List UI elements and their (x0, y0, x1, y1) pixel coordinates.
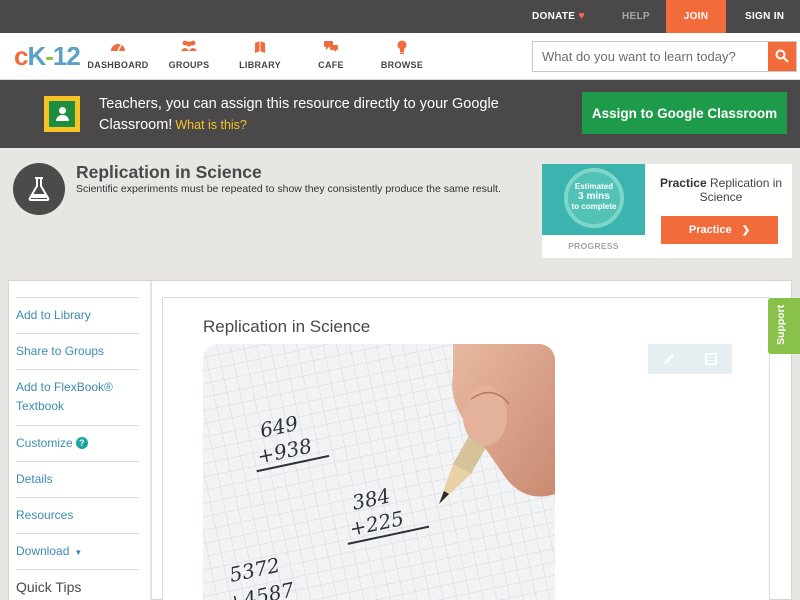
donate-label: DONATE (532, 11, 576, 22)
nav-dashboard-label: DASHBOARD (87, 60, 149, 70)
donate-link[interactable]: DONATE ♥ (532, 0, 585, 33)
customize-label: Customize (16, 436, 73, 450)
google-classroom-icon (44, 96, 80, 132)
chevron-right-icon: ❯ (741, 225, 751, 236)
sidebar-item-add-to-library[interactable]: Add to Library (16, 297, 139, 325)
pencil-icon (664, 354, 674, 364)
ck12-logo[interactable]: cK-12 (14, 41, 81, 72)
caret-down-icon: ▼ (74, 548, 83, 557)
search-icon (775, 49, 789, 63)
article-card: Replication in Science 649 +938 384 +225… (162, 297, 770, 600)
practice-button[interactable]: Practice ❯ (661, 216, 778, 244)
nav-library-label: LIBRARY (239, 60, 281, 70)
annotate-button[interactable] (648, 344, 690, 374)
logo-part-c: c (14, 41, 29, 71)
nav-dashboard[interactable]: DASHBOARD (83, 40, 153, 70)
sidebar-item-resources[interactable]: Resources (16, 497, 139, 525)
sidebar-item-details[interactable]: Details (16, 461, 139, 489)
sidebar-item-share-to-groups[interactable]: Share to Groups (16, 333, 139, 361)
math-worksheet-photo: 649 +938 384 +225 5372 +4587 (203, 344, 555, 600)
support-label: Support (775, 304, 787, 345)
main-nav: cK-12 DASHBOARD GROUPS LIBRARY CAFE BROW… (0, 33, 800, 80)
cafe-icon (296, 40, 366, 56)
search-box (532, 41, 797, 72)
concept-title: Replication in Science (76, 162, 262, 182)
content-panel: Add to Library Share to Groups Add to Fl… (8, 280, 792, 600)
sidebar-item-customize[interactable]: Customize? (16, 425, 139, 453)
flask-icon (13, 163, 65, 215)
join-button[interactable]: JOIN (666, 0, 726, 33)
practice-card: Estimated 3 mins to complete PROGRESS Pr… (542, 164, 792, 258)
nav-groups[interactable]: GROUPS (154, 40, 224, 70)
practice-title: Practice Replication in Science (650, 176, 792, 204)
sidebar-item-add-to-flexbook[interactable]: Add to FlexBook® Textbook (16, 369, 139, 416)
search-button[interactable] (768, 42, 796, 71)
help-question-icon[interactable]: ? (75, 437, 88, 449)
logo-part-k: K (27, 41, 46, 71)
sidebar-item-download[interactable]: Download ▼ (16, 533, 139, 562)
search-input[interactable] (533, 42, 768, 71)
download-label: Download (16, 544, 70, 558)
what-is-this-link[interactable]: What is this? (175, 118, 247, 132)
concept-description: Scientific experiments must be repeated … (76, 183, 501, 195)
dashboard-icon (83, 40, 153, 56)
practice-title-bold: Practice (659, 176, 707, 190)
library-icon (225, 40, 295, 56)
nav-cafe-label: CAFE (318, 60, 344, 70)
classroom-banner-message: Teachers, you can assign this resource d… (99, 96, 499, 133)
practice-estimate: Estimated 3 mins to complete (564, 182, 624, 212)
nav-groups-label: GROUPS (168, 60, 210, 70)
groups-icon (154, 40, 224, 56)
logo-part-12: 12 (52, 41, 81, 71)
classroom-banner-text: Teachers, you can assign this resource d… (99, 94, 519, 136)
heart-icon: ♥ (578, 10, 586, 22)
top-utility-bar: DONATE ♥ HELP JOIN SIGN IN (0, 0, 800, 33)
quick-tips-heading[interactable]: Quick Tips (16, 569, 139, 597)
browse-icon (367, 40, 437, 56)
concept-header: Replication in Science Scientific experi… (0, 148, 800, 278)
practice-title-rest: Replication in Science (699, 176, 783, 204)
assign-to-google-classroom-button[interactable]: Assign to Google Classroom (582, 92, 787, 134)
nav-library[interactable]: LIBRARY (225, 40, 295, 70)
progress-label: PROGRESS (568, 241, 619, 251)
notes-icon (705, 353, 717, 365)
estimate-line-2: 3 mins (578, 191, 610, 202)
article-tools (648, 344, 732, 374)
practice-estimate-graphic: Estimated 3 mins to complete (542, 164, 645, 235)
nav-browse-label: BROWSE (380, 60, 424, 70)
google-classroom-banner: Teachers, you can assign this resource d… (0, 80, 800, 148)
estimate-line-3: to complete (571, 202, 617, 211)
sidebar: Add to Library Share to Groups Add to Fl… (9, 281, 152, 600)
help-link[interactable]: HELP (622, 0, 650, 33)
sign-in-link[interactable]: SIGN IN (745, 0, 784, 33)
logo-part-dash: - (45, 41, 54, 71)
nav-browse[interactable]: BROWSE (367, 40, 437, 70)
support-tab[interactable]: Support (768, 298, 800, 354)
practice-button-label: Practice (688, 224, 732, 236)
article-title: Replication in Science (203, 317, 371, 336)
notes-button[interactable] (690, 344, 732, 374)
nav-cafe[interactable]: CAFE (296, 40, 366, 70)
